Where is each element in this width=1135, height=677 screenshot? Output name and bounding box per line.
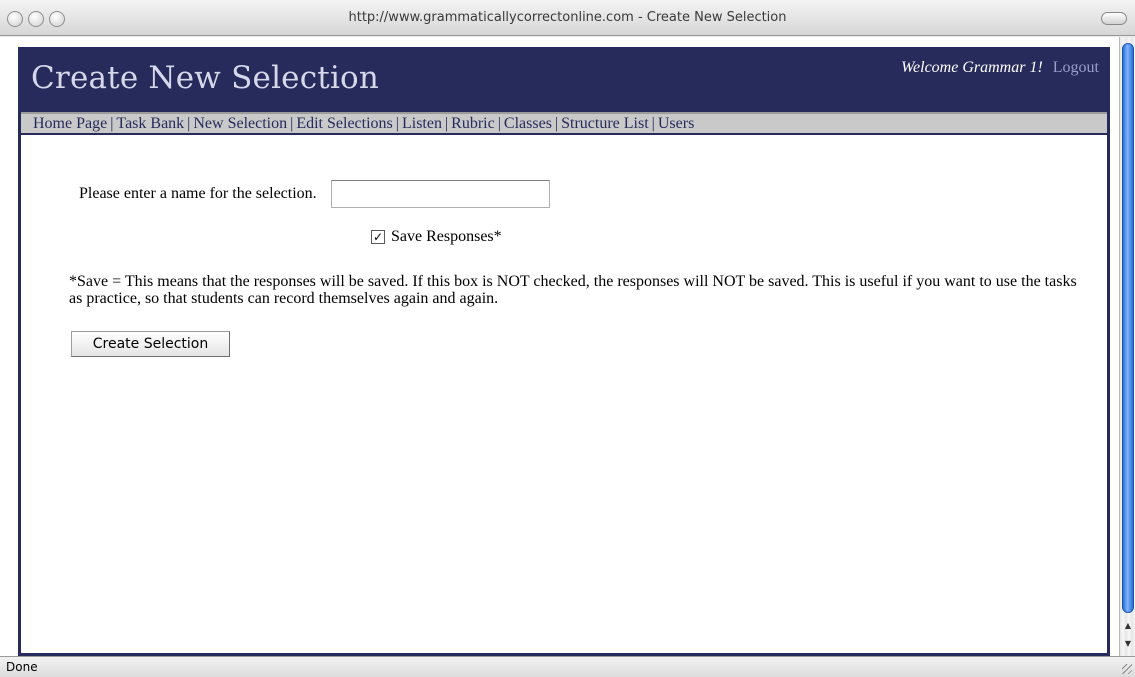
nav-separator: |: [497, 115, 501, 132]
page-frame: Create New Selection Welcome Grammar 1! …: [18, 47, 1110, 656]
selection-name-label: Please enter a name for the selection.: [79, 185, 317, 202]
vertical-scrollbar[interactable]: ▲ ▼: [1119, 37, 1135, 656]
nav-listen[interactable]: Listen: [402, 115, 442, 132]
status-bar: Done: [0, 656, 1135, 677]
nav-separator: |: [651, 115, 655, 132]
save-responses-label: Save Responses*: [391, 228, 502, 245]
selection-name-row: Please enter a name for the selection.: [79, 180, 550, 208]
save-responses-checkbox[interactable]: ✓: [371, 230, 385, 244]
scroll-down-arrow-icon[interactable]: ▼: [1123, 639, 1133, 649]
nav-separator: |: [444, 115, 449, 132]
nav-task-bank[interactable]: Task Bank: [116, 115, 184, 132]
resize-grip-icon[interactable]: [1122, 664, 1132, 674]
save-responses-row: ✓ Save Responses*: [371, 228, 502, 246]
nav-separator: |: [554, 115, 559, 132]
nav-edit-selections[interactable]: Edit Selections: [296, 115, 392, 132]
page-title: Create New Selection: [31, 60, 380, 96]
nav-separator: |: [187, 115, 191, 132]
welcome-area: Welcome Grammar 1! Logout: [901, 59, 1099, 77]
nav-home-page[interactable]: Home Page: [33, 115, 107, 132]
scroll-up-arrow-icon[interactable]: ▲: [1123, 621, 1133, 631]
status-text: Done: [6, 660, 38, 674]
selection-name-input[interactable]: [330, 180, 550, 208]
window-titlebar: http://www.grammaticallycorrectonline.co…: [0, 0, 1135, 36]
toolbar-toggle-button[interactable]: [1101, 12, 1127, 25]
scrollbar-thumb[interactable]: [1122, 43, 1134, 613]
browser-viewport: Create New Selection Welcome Grammar 1! …: [0, 37, 1119, 656]
create-selection-button[interactable]: Create Selection: [71, 331, 230, 357]
window-title: http://www.grammaticallycorrectonline.co…: [348, 10, 787, 25]
nav-users[interactable]: Users: [658, 115, 694, 132]
welcome-text: Welcome Grammar 1!: [901, 59, 1043, 76]
nav-separator: |: [395, 115, 399, 132]
nav-classes[interactable]: Classes: [504, 115, 552, 132]
nav-new-selection[interactable]: New Selection: [193, 115, 287, 132]
logout-link[interactable]: Logout: [1053, 59, 1099, 76]
nav-structure-list[interactable]: Structure List: [561, 115, 649, 132]
nav-bar: Home Page | Task Bank | New Selection | Edit S…: [21, 112, 1107, 135]
nav-rubric[interactable]: Rubric: [451, 115, 495, 132]
save-explanation-note: *Save = This means that the responses wi…: [69, 273, 1077, 307]
nav-separator: |: [290, 115, 294, 132]
page-header: Create New Selection Welcome Grammar 1! …: [21, 50, 1107, 112]
